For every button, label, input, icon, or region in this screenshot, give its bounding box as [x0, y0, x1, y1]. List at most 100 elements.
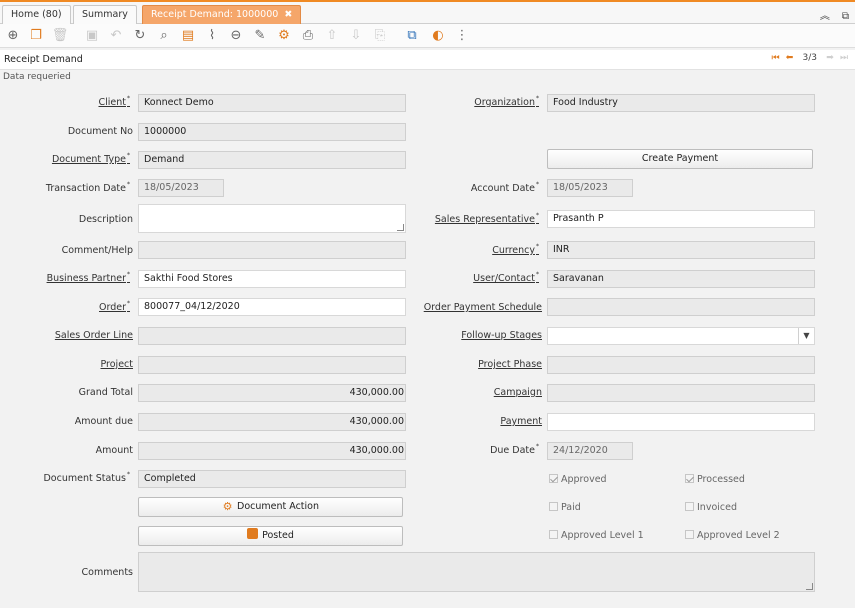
- tabbar-controls: ︽ ⧉: [808, 7, 849, 22]
- create-payment-button[interactable]: Create Payment: [547, 149, 813, 169]
- find-icon[interactable]: ⌕: [155, 27, 173, 45]
- order-label[interactable]: Order*: [99, 300, 130, 313]
- chevron-down-icon[interactable]: ▼: [798, 328, 814, 344]
- user-contact-label[interactable]: User/Contact*: [473, 271, 539, 284]
- report-icon: ⎘: [374, 28, 386, 43]
- checkbox-box: [549, 530, 558, 539]
- sales-order-line-label[interactable]: Sales Order Line: [55, 330, 133, 341]
- comments-field[interactable]: [138, 552, 815, 592]
- gear-icon: ⚙: [222, 500, 233, 513]
- approved-level-2-checkbox[interactable]: Approved Level 2: [685, 530, 780, 541]
- tab-bar: Home (80) Summary Receipt Demand: 100000…: [0, 0, 855, 25]
- order-field[interactable]: 800077_04/12/2020: [138, 298, 406, 316]
- transaction-date-field[interactable]: 18/05/2023: [138, 179, 224, 197]
- copy-record-icon[interactable]: ❐: [27, 27, 45, 45]
- tab-receipt-demand[interactable]: Receipt Demand: 1000000 ✖: [142, 5, 302, 25]
- parent-icon: ⇧: [326, 28, 338, 43]
- due-date-field[interactable]: 24/12/2020: [547, 442, 633, 460]
- business-partner-label[interactable]: Business Partner*: [47, 271, 130, 284]
- document-no-field[interactable]: 1000000: [138, 123, 406, 141]
- close-icon[interactable]: ✖: [284, 9, 292, 20]
- grand-total-field[interactable]: 430,000.00: [138, 384, 406, 402]
- attachment-icon[interactable]: ⌇: [203, 27, 221, 45]
- more-icon[interactable]: ⋮: [453, 27, 471, 45]
- document-action-button[interactable]: ⚙ Document Action: [138, 497, 403, 517]
- document-type-label[interactable]: Document Type*: [52, 152, 130, 165]
- approved-checkbox[interactable]: Approved: [549, 474, 607, 485]
- followup-stages-select[interactable]: ▼: [547, 327, 815, 345]
- record-counter: 3/3: [802, 53, 817, 63]
- sales-rep-label[interactable]: Sales Representative*: [435, 212, 539, 225]
- save-icon: ▣: [85, 28, 99, 43]
- collapse-icon[interactable]: ︽: [820, 11, 830, 22]
- document-no-label: Document No: [67, 126, 133, 137]
- print-icon[interactable]: ⎙: [299, 27, 317, 45]
- history-icon[interactable]: ▤: [179, 27, 197, 45]
- process-icon[interactable]: ⚙: [275, 27, 293, 45]
- document-status-field[interactable]: Completed: [138, 470, 406, 488]
- processed-checkbox[interactable]: Processed: [685, 474, 745, 485]
- document-status-label: Document Status*: [43, 471, 130, 484]
- amount-due-field[interactable]: 430,000.00: [138, 413, 406, 431]
- sales-order-line-field[interactable]: [138, 327, 406, 345]
- project-phase-label[interactable]: Project Phase: [478, 359, 542, 370]
- currency-field[interactable]: INR: [547, 241, 815, 259]
- last-record-icon: ⏭: [839, 53, 849, 63]
- paid-label: Paid: [561, 502, 581, 513]
- tab-summary[interactable]: Summary: [73, 5, 137, 25]
- amount-field[interactable]: 430,000.00: [138, 442, 406, 460]
- campaign-label[interactable]: Campaign: [494, 387, 542, 398]
- invoiced-label: Invoiced: [697, 502, 737, 513]
- checkbox-box: [549, 474, 558, 483]
- account-date-field[interactable]: 18/05/2023: [547, 179, 633, 197]
- status-message: Data requeried: [3, 72, 71, 82]
- project-field[interactable]: [138, 356, 406, 374]
- actions-icon[interactable]: ◐: [429, 27, 447, 45]
- approved-level-1-label: Approved Level 1: [561, 530, 644, 541]
- approved-level-1-checkbox[interactable]: Approved Level 1: [549, 530, 644, 541]
- description-field[interactable]: [138, 204, 406, 233]
- paid-checkbox[interactable]: Paid: [549, 502, 581, 513]
- checkbox-box: [685, 530, 694, 539]
- organization-field[interactable]: Food Industry: [547, 94, 815, 112]
- checkbox-box: [549, 502, 558, 511]
- window-title: Receipt Demand: [4, 54, 83, 65]
- tab-home[interactable]: Home (80): [2, 5, 71, 25]
- refresh-icon[interactable]: ↻: [131, 27, 149, 45]
- order-payment-schedule-field[interactable]: [547, 298, 815, 316]
- document-type-field[interactable]: Demand: [138, 151, 406, 169]
- campaign-field[interactable]: [547, 384, 815, 402]
- toolbar: ⊕ ❐ 🗑 ▣ ↶ ↻ ⌕ ▤ ⌇ ⊖ ✎ ⚙ ⎙ ⇧ ⇩ ⎘ ⧉ ◐ ⋮: [0, 24, 855, 48]
- workflow-icon[interactable]: ⧉: [403, 27, 421, 45]
- client-field[interactable]: Konnect Demo: [138, 94, 406, 112]
- user-contact-field[interactable]: Saravanan: [547, 270, 815, 288]
- tab-summary-label: Summary: [82, 9, 128, 20]
- followup-stages-label[interactable]: Follow-up Stages: [461, 330, 542, 341]
- order-payment-schedule-label[interactable]: Order Payment Schedule: [424, 302, 542, 313]
- approved-level-2-label: Approved Level 2: [697, 530, 780, 541]
- first-record-icon[interactable]: ⏮: [769, 53, 783, 63]
- comment-help-field[interactable]: [138, 241, 406, 259]
- detail-icon: ⇩: [350, 28, 362, 43]
- notes-icon[interactable]: ✎: [251, 27, 269, 45]
- project-label[interactable]: Project: [100, 359, 133, 370]
- business-partner-field[interactable]: Sakthi Food Stores: [138, 270, 406, 288]
- currency-label[interactable]: Currency*: [492, 243, 539, 256]
- record-navigation: ⏮ ⬅ 3/3 ➡ ⏭: [769, 53, 851, 63]
- posted-icon: [247, 528, 259, 539]
- approved-label: Approved: [561, 474, 607, 485]
- external-window-icon[interactable]: ⧉: [842, 11, 849, 22]
- sales-rep-field[interactable]: Prasanth P: [547, 210, 815, 228]
- payment-label[interactable]: Payment: [500, 416, 542, 427]
- zoom-icon[interactable]: ⊖: [227, 27, 245, 45]
- posted-button[interactable]: Posted: [138, 526, 403, 546]
- invoiced-checkbox[interactable]: Invoiced: [685, 502, 737, 513]
- project-phase-field[interactable]: [547, 356, 815, 374]
- payment-field[interactable]: [547, 413, 815, 431]
- posted-label: Posted: [262, 530, 294, 541]
- previous-record-icon[interactable]: ⬅: [783, 53, 797, 63]
- new-record-icon[interactable]: ⊕: [4, 27, 22, 45]
- client-label[interactable]: Client*: [98, 95, 130, 108]
- checkbox-box: [685, 502, 694, 511]
- organization-label[interactable]: Organization*: [474, 95, 539, 108]
